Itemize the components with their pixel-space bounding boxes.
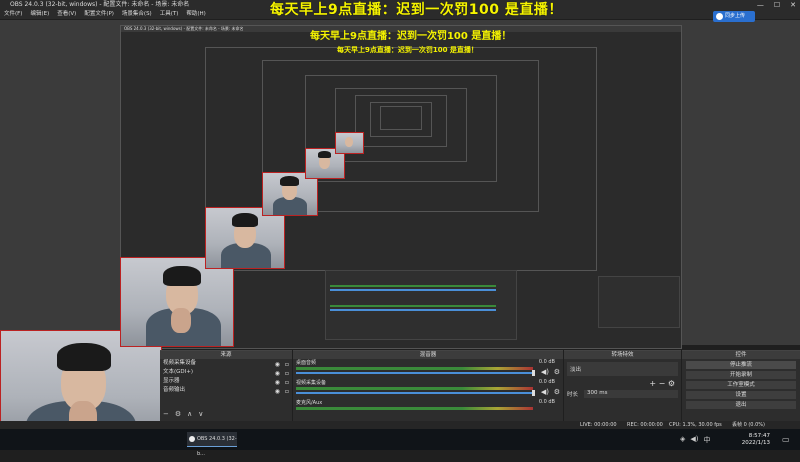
rec-time: REC: 00:00:00 bbox=[627, 422, 663, 428]
volume-meter bbox=[296, 367, 533, 370]
dropped-frames: 丢帧 0 (0.0%) bbox=[732, 422, 765, 428]
tray-clock[interactable]: 8:57:47 2022/1/13 bbox=[742, 433, 770, 447]
webcam-source-3[interactable] bbox=[205, 207, 285, 269]
webcam-source-2[interactable] bbox=[120, 257, 234, 347]
volume-slider[interactable] bbox=[296, 392, 533, 394]
start-recording-button[interactable]: 开始录制 bbox=[686, 371, 796, 379]
volume-meter bbox=[296, 407, 533, 410]
live-time: LIVE: 00:00:00 bbox=[580, 422, 617, 428]
clock-time: 8:57:47 bbox=[748, 433, 770, 439]
input-icon[interactable]: 中 bbox=[704, 435, 711, 445]
notification-icon[interactable]: ▭ bbox=[782, 435, 790, 444]
volume-knob[interactable] bbox=[532, 370, 535, 376]
transitions-header: 转场特效 bbox=[564, 351, 681, 359]
overlay-banner-nested-2: 每天早上9点直播：迟到一次罚100 是直播！ bbox=[337, 46, 478, 54]
plus-icon[interactable]: + bbox=[649, 379, 656, 388]
maximize-button[interactable]: ☐ bbox=[774, 0, 780, 10]
minimize-button[interactable]: — bbox=[757, 0, 764, 10]
settings-button[interactable]: 设置 bbox=[686, 391, 796, 399]
obs-icon bbox=[189, 436, 195, 442]
chevron-down-icon[interactable]: ∨ bbox=[198, 410, 203, 418]
volume-slider[interactable] bbox=[296, 372, 533, 374]
exit-button[interactable]: 退出 bbox=[686, 401, 796, 409]
cloud-icon bbox=[716, 13, 723, 20]
studio-mode-button[interactable]: 工作室模式 bbox=[686, 381, 796, 389]
gear-icon[interactable]: ⚙ bbox=[668, 379, 675, 388]
overlay-banner-nested: 每天早上9点直播：迟到一次罚100 是直播！ bbox=[310, 31, 512, 42]
system-tray: ◈ ◀) 中 bbox=[680, 435, 711, 445]
eye-icon[interactable]: ◉ bbox=[275, 387, 280, 396]
menu-help[interactable]: 帮助(H) bbox=[186, 10, 205, 19]
menu-view[interactable]: 查看(V) bbox=[57, 10, 76, 19]
nested-mixer bbox=[325, 270, 517, 340]
nested-controls bbox=[598, 276, 680, 328]
speaker-icon[interactable]: ◀) bbox=[541, 368, 549, 376]
menu-scene-collection[interactable]: 场景集合(S) bbox=[122, 10, 152, 19]
volume-knob[interactable] bbox=[532, 390, 535, 396]
menu-edit[interactable]: 编辑(E) bbox=[30, 10, 49, 19]
status-bar: LIVE: 00:00:00 REC: 00:00:00 CPU: 1.3%, … bbox=[0, 421, 800, 429]
source-toolbar: − ⚙ ∧ ∨ bbox=[163, 410, 203, 418]
source-item[interactable]: 音频输出 ◉ ▫ bbox=[160, 386, 292, 395]
source-item[interactable]: 文本(GDI+) ◉ ▫ bbox=[160, 368, 292, 377]
duration-input[interactable]: 300 ms bbox=[584, 390, 678, 398]
menu-file[interactable]: 文件(F) bbox=[4, 10, 22, 19]
lock-icon[interactable]: ▫ bbox=[285, 387, 289, 396]
network-icon[interactable]: ◈ bbox=[680, 435, 685, 445]
chevron-up-icon[interactable]: ∧ bbox=[187, 410, 192, 418]
preview-canvas[interactable]: OBS 24.0.3 (32-bit, windows) - 配置文件: 未命名… bbox=[0, 20, 800, 442]
mixer-channel: 视频采集设备 0.0 dB ◀) ⚙ bbox=[296, 379, 560, 396]
volume-meter bbox=[296, 387, 533, 390]
window-controls: — ☐ ✕ bbox=[757, 0, 796, 10]
speaker-icon[interactable]: ◀) bbox=[541, 388, 549, 396]
menu-tools[interactable]: 工具(T) bbox=[160, 10, 179, 19]
minus-icon[interactable]: − bbox=[163, 410, 169, 418]
cloud-sync-button[interactable]: 同步上传 bbox=[713, 11, 755, 22]
controls-header: 控件 bbox=[682, 351, 800, 359]
gear-icon[interactable]: ⚙ bbox=[175, 410, 181, 418]
close-button[interactable]: ✕ bbox=[790, 0, 796, 10]
gear-icon[interactable]: ⚙ bbox=[554, 368, 560, 376]
mixer-channel: 桌面音频 0.0 dB ◀) ⚙ bbox=[296, 359, 560, 376]
gear-icon[interactable]: ⚙ bbox=[554, 388, 560, 396]
transition-duration: 时长 300 ms bbox=[564, 388, 681, 400]
source-item[interactable]: 视频采集设备 ◉ ▫ bbox=[160, 359, 292, 368]
clock-date: 2022/1/13 bbox=[741, 440, 770, 446]
webcam-source-6[interactable] bbox=[335, 132, 364, 154]
transition-plus-minus: + − ⚙ bbox=[564, 379, 681, 388]
minus-icon[interactable]: − bbox=[659, 379, 666, 388]
mixer-header: 混音器 bbox=[293, 351, 563, 359]
stop-streaming-button[interactable]: 停止推流 bbox=[686, 361, 796, 369]
menu-profile[interactable]: 配置文件(P) bbox=[84, 10, 114, 19]
taskbar-obs-item[interactable]: OBS 24.0.3 (32-b... bbox=[187, 432, 237, 457]
sources-header: 来源 bbox=[160, 351, 292, 359]
mixer-channel: 麦克风/Aux 0.0 dB bbox=[293, 399, 563, 419]
overlay-banner: 每天早上9点直播：迟到一次罚100 是直播！ bbox=[270, 2, 563, 18]
source-item[interactable]: 显示器 ◉ ▫ bbox=[160, 377, 292, 386]
nested-obs-8 bbox=[380, 106, 422, 130]
transition-select[interactable]: 淡出 bbox=[567, 362, 678, 376]
cpu-usage: CPU: 1.3%, 30.00 fps bbox=[669, 422, 722, 428]
volume-icon[interactable]: ◀) bbox=[690, 435, 698, 445]
window-title: OBS 24.0.3 (32-bit, windows) - 配置文件: 未命名… bbox=[10, 1, 190, 8]
